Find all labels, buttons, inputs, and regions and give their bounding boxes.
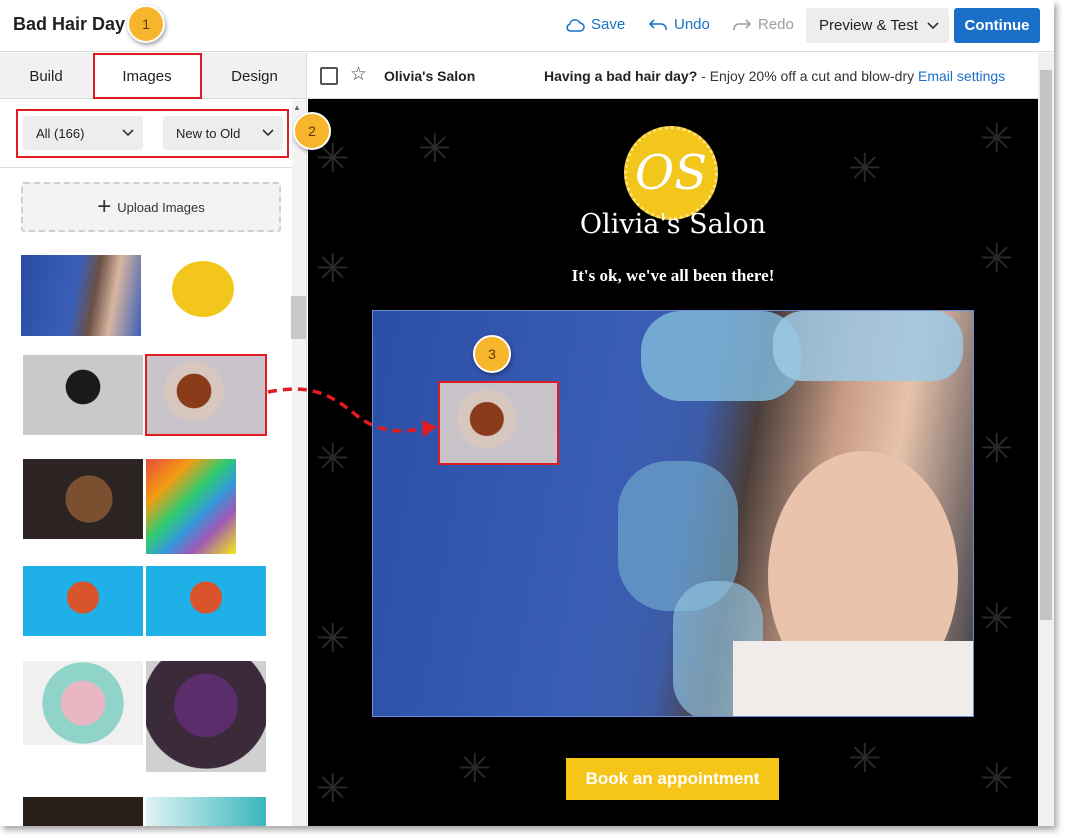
robe-shape (733, 641, 973, 716)
sparkle-decoration: ✳ (980, 757, 1014, 801)
step-callout-2: 2 (293, 112, 331, 150)
thumbnail-scroll-thumb[interactable] (291, 296, 306, 339)
hero-image[interactable] (372, 310, 974, 717)
sparkle-decoration: ✳ (848, 147, 882, 191)
cloud-icon (566, 18, 585, 32)
star-icon[interactable]: ☆ (350, 63, 367, 86)
drag-arrow-icon (267, 387, 437, 437)
highlight-filters (16, 109, 289, 158)
logo-thumb-circle (172, 261, 234, 317)
undo-arrow-icon (648, 18, 667, 30)
left-panel: Build Images Design All (166) New to Old… (0, 53, 307, 826)
campaign-title: Bad Hair Day (13, 14, 126, 34)
highlight-images-tab (93, 53, 202, 99)
highlight-drop-target (438, 381, 559, 465)
upload-label: Upload Images (117, 199, 205, 215)
canvas-scroll-thumb[interactable] (1040, 70, 1052, 620)
scroll-up-arrow-icon[interactable]: ▲ (293, 103, 301, 112)
book-appointment-button[interactable]: Book an appointment (566, 758, 779, 800)
thumbnail-scrollbar[interactable] (292, 100, 306, 826)
image-thumbnail-highlights[interactable] (23, 459, 143, 539)
highlight-selected-thumbnail (145, 354, 267, 436)
tab-design[interactable]: Design (202, 53, 306, 99)
email-settings-link[interactable]: Email settings (918, 68, 1005, 84)
email-subject: Having a bad hair day? - Enjoy 20% off a… (544, 68, 1005, 84)
salon-name: Olivia's Salon (579, 209, 767, 240)
subject-rest: - Enjoy 20% off a cut and blow-dry (697, 68, 919, 84)
sparkle-decoration: ✳ (980, 427, 1014, 471)
sparkle-decoration: ✳ (316, 437, 350, 481)
sparkle-decoration: ✳ (980, 117, 1014, 161)
save-label: Save (591, 16, 626, 33)
step-callout-1: 1 (127, 5, 165, 43)
preview-label: Preview & Test (819, 17, 918, 34)
image-thumbnail-surprised-1[interactable] (23, 566, 143, 636)
step-callout-3: 3 (473, 335, 511, 373)
sparkle-decoration: ✳ (848, 737, 882, 781)
redo-label: Redo (758, 16, 794, 33)
redo-arrow-icon (733, 18, 752, 30)
preview-test-button[interactable]: Preview & Test (806, 8, 949, 43)
sparkle-decoration: ✳ (980, 597, 1014, 641)
subject-bold: Having a bad hair day? (544, 68, 698, 84)
upload-images-button[interactable]: + Upload Images (21, 182, 281, 232)
image-thumbnail-logo[interactable] (145, 255, 265, 336)
email-tagline: It's ok, we've all been there! (571, 266, 775, 285)
logo-monogram: OS (634, 145, 708, 201)
plus-icon: + (97, 193, 112, 220)
email-canvas: ✳ ✳ ✳ ✳ ✳ ✳ ✳ ✳ ✳ ✳ ✳ ✳ ✳ ✳ OS Olivia's … (308, 99, 1038, 826)
redo-button[interactable]: Redo (732, 16, 794, 33)
image-thumbnail-surprised-2[interactable] (146, 566, 266, 636)
tab-build[interactable]: Build (0, 53, 92, 99)
image-thumbnail-curlers[interactable] (21, 255, 141, 336)
sparkle-decoration: ✳ (316, 617, 350, 661)
image-thumbnail-purple[interactable] (146, 661, 266, 772)
sparkle-decoration: ✳ (418, 127, 452, 171)
undo-label: Undo (674, 16, 710, 33)
image-thumbnail-bob[interactable] (23, 355, 143, 435)
curler-shape (773, 311, 963, 381)
undo-button[interactable]: Undo (648, 16, 710, 33)
editor-window: Bad Hair Day Save Undo Redo Preview & Te… (0, 0, 1054, 826)
image-thumbnail-rainbow[interactable] (146, 459, 236, 554)
email-summary-bar: ☆ Olivia's Salon Having a bad hair day? … (308, 53, 1038, 99)
sparkle-decoration: ✳ (458, 747, 492, 791)
continue-button[interactable]: Continue (954, 8, 1040, 43)
select-checkbox[interactable] (320, 67, 338, 85)
email-from: Olivia's Salon (384, 68, 476, 84)
salon-logo[interactable]: OS (624, 126, 718, 220)
sparkle-decoration: ✳ (316, 767, 350, 811)
image-thumbnail-dark[interactable] (23, 797, 143, 826)
image-thumbnail-pastel[interactable] (23, 661, 143, 745)
save-button[interactable]: Save (565, 16, 625, 33)
image-thumbnail-teal[interactable] (146, 797, 266, 826)
chevron-down-icon (927, 21, 939, 29)
